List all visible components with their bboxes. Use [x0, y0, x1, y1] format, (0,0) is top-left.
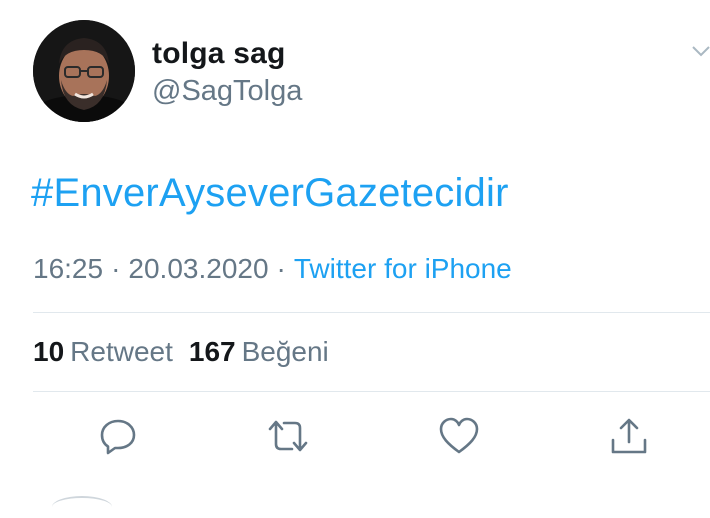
- like-count: 167: [188, 336, 236, 367]
- next-tweet-avatar: [52, 496, 112, 518]
- retweet-label: Retweet: [70, 336, 173, 367]
- tweet-hashtag-link[interactable]: #EnverAyseverGazetecidir: [31, 171, 509, 216]
- avatar-photo: [33, 20, 135, 122]
- likes-stat[interactable]: 167 Beğeni: [189, 336, 329, 367]
- reply-button[interactable]: [96, 414, 140, 458]
- retweet-icon: [268, 420, 308, 452]
- tweet-source-link[interactable]: Twitter for iPhone: [294, 253, 512, 284]
- avatar[interactable]: [33, 20, 135, 122]
- share-icon: [611, 418, 647, 454]
- tweet-meta: 16:25 · 20.03.2020 · Twitter for iPhone: [33, 253, 512, 285]
- chevron-down-icon[interactable]: [690, 40, 710, 62]
- tweet-detail: tolga sag @SagTolga #EnverAyseverGazetec…: [0, 0, 710, 503]
- like-button[interactable]: [437, 414, 481, 458]
- like-label: Beğeni: [241, 336, 329, 367]
- meta-separator: ·: [276, 253, 286, 284]
- author-name[interactable]: tolga sag: [152, 37, 286, 71]
- retweet-button[interactable]: [266, 414, 310, 458]
- tweet-time: 16:25: [33, 253, 104, 284]
- tweet-stats: 10 Retweet 167 Beğeni: [33, 336, 329, 368]
- retweet-count: 10: [33, 336, 65, 367]
- share-button[interactable]: [607, 414, 651, 458]
- tweet-date: 20.03.2020: [128, 253, 269, 284]
- reply-icon: [100, 419, 136, 455]
- author-handle[interactable]: @SagTolga: [152, 75, 302, 108]
- divider: [33, 312, 710, 313]
- heart-icon: [439, 417, 479, 454]
- meta-separator: ·: [111, 253, 121, 284]
- retweets-stat[interactable]: 10 Retweet: [33, 336, 173, 367]
- divider: [33, 391, 710, 392]
